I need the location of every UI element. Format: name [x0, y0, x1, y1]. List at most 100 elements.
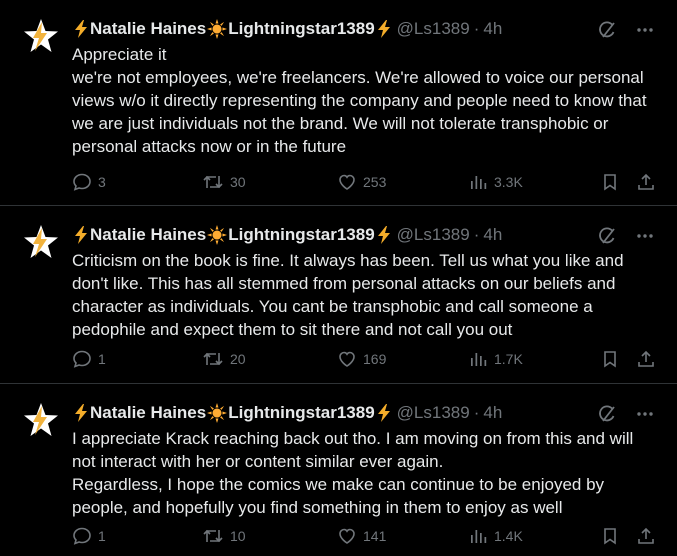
heart-icon: [339, 174, 355, 190]
views-button[interactable]: 1.4K: [468, 526, 523, 546]
repost-button[interactable]: 20: [202, 349, 246, 369]
views-button[interactable]: 1.7K: [468, 349, 523, 369]
more-icon[interactable]: [635, 20, 655, 40]
views-count: 1.7K: [494, 351, 523, 367]
tweet-header: Natalie Haines Lightningstar1389 @Ls1389…: [72, 402, 502, 424]
avatar[interactable]: [20, 16, 60, 56]
display-name-text: Natalie Haines: [90, 403, 207, 422]
views-count: 3.3K: [494, 174, 523, 190]
tweet-top-actions: [597, 226, 655, 246]
reply-count: 3: [98, 174, 106, 190]
display-name-text: Lightningstar1389: [228, 403, 375, 422]
reply-count: 1: [98, 351, 106, 367]
views-icon: [471, 353, 487, 366]
reply-button[interactable]: 1: [72, 526, 106, 546]
like-count: 141: [363, 528, 387, 544]
tweet-action-bar: 1 10 141 1.4K: [72, 526, 662, 546]
display-name-text: Lightningstar1389: [228, 19, 375, 38]
bookmark-button[interactable]: [600, 172, 626, 192]
grok-icon[interactable]: [597, 404, 617, 424]
tweet-top-actions: [597, 404, 655, 424]
tweet-header: Natalie Haines Lightningstar1389 @Ls1389…: [72, 18, 502, 40]
avatar[interactable]: [20, 222, 60, 262]
reply-icon: [73, 350, 91, 368]
tweet-paragraph: we're not employees, we're freelancers. …: [72, 68, 647, 156]
repost-count: 20: [230, 351, 246, 367]
like-button[interactable]: 169: [337, 349, 386, 369]
repost-count: 30: [230, 174, 246, 190]
more-icon[interactable]: [635, 404, 655, 424]
reply-count: 1: [98, 528, 106, 544]
repost-button[interactable]: 30: [202, 172, 246, 192]
tweet-action-bar: 3 30 253 3.3K: [72, 172, 662, 192]
tweet[interactable]: Natalie Haines Lightningstar1389 @Ls1389…: [0, 0, 677, 206]
lightning-icon: [75, 226, 87, 244]
tweet-text: Appreciate it we're not employees, we're…: [72, 43, 657, 158]
tweet[interactable]: Natalie Haines Lightningstar1389 @Ls1389…: [0, 384, 677, 556]
display-name[interactable]: Natalie Haines Lightningstar1389: [72, 403, 393, 423]
share-icon: [638, 350, 654, 367]
display-name-text: Lightningstar1389: [228, 225, 375, 244]
display-name-text: Natalie Haines: [90, 225, 207, 244]
tweet-header: Natalie Haines Lightningstar1389 @Ls1389…: [72, 224, 502, 246]
display-name[interactable]: Natalie Haines Lightningstar1389: [72, 225, 393, 245]
timestamp[interactable]: 4h: [483, 225, 502, 245]
share-icon: [638, 527, 654, 544]
grok-icon[interactable]: [597, 226, 617, 246]
lightning-icon: [75, 20, 87, 38]
share-button[interactable]: [636, 526, 662, 546]
reply-icon: [73, 173, 91, 191]
lightning-icon: [377, 226, 390, 244]
repost-button[interactable]: 10: [202, 526, 246, 546]
heart-icon: [339, 528, 355, 544]
user-handle[interactable]: @Ls1389: [397, 403, 470, 423]
lightning-icon: [75, 404, 87, 422]
separator-dot: ·: [473, 19, 480, 38]
separator-dot: ·: [473, 403, 480, 422]
like-count: 253: [363, 174, 387, 190]
lightning-icon: [377, 404, 390, 422]
tweet-paragraph: Appreciate it: [72, 45, 167, 64]
user-handle[interactable]: @Ls1389: [397, 19, 470, 39]
views-count: 1.4K: [494, 528, 523, 544]
tweet-text: Criticism on the book is fine. It always…: [72, 249, 657, 341]
repost-icon: [203, 175, 223, 189]
bookmark-button[interactable]: [600, 526, 626, 546]
tweet-action-bar: 1 20 169 1.7K: [72, 349, 662, 369]
bookmark-icon: [604, 174, 616, 191]
repost-icon: [203, 529, 223, 543]
reply-icon: [73, 527, 91, 545]
more-icon[interactable]: [635, 226, 655, 246]
sun-icon: [207, 19, 228, 39]
grok-icon[interactable]: [597, 20, 617, 40]
display-name-text: Natalie Haines: [90, 19, 207, 38]
sun-icon: [207, 403, 228, 423]
sun-icon: [207, 225, 228, 245]
bookmark-icon: [604, 528, 616, 545]
timestamp[interactable]: 4h: [483, 19, 502, 39]
like-button[interactable]: 141: [337, 526, 386, 546]
user-handle[interactable]: @Ls1389: [397, 225, 470, 245]
bookmark-icon: [604, 351, 616, 368]
repost-count: 10: [230, 528, 246, 544]
tweet-top-actions: [597, 20, 655, 40]
share-button[interactable]: [636, 349, 662, 369]
separator-dot: ·: [473, 225, 480, 244]
heart-icon: [339, 351, 355, 367]
tweet[interactable]: Natalie Haines Lightningstar1389 @Ls1389…: [0, 206, 677, 384]
lightning-icon: [377, 20, 390, 38]
reply-button[interactable]: 3: [72, 172, 106, 192]
avatar[interactable]: [20, 400, 60, 440]
views-button[interactable]: 3.3K: [468, 172, 523, 192]
like-button[interactable]: 253: [337, 172, 386, 192]
repost-icon: [203, 352, 223, 366]
display-name[interactable]: Natalie Haines Lightningstar1389: [72, 19, 393, 39]
share-button[interactable]: [636, 172, 662, 192]
reply-button[interactable]: 1: [72, 349, 106, 369]
tweet-paragraph: Criticism on the book is fine. It always…: [72, 251, 624, 339]
like-count: 169: [363, 351, 387, 367]
bookmark-button[interactable]: [600, 349, 626, 369]
tweet-paragraph: Regardless, I hope the comics we make ca…: [72, 475, 605, 517]
tweet-text: I appreciate Krack reaching back out tho…: [72, 427, 657, 519]
timestamp[interactable]: 4h: [483, 403, 502, 423]
